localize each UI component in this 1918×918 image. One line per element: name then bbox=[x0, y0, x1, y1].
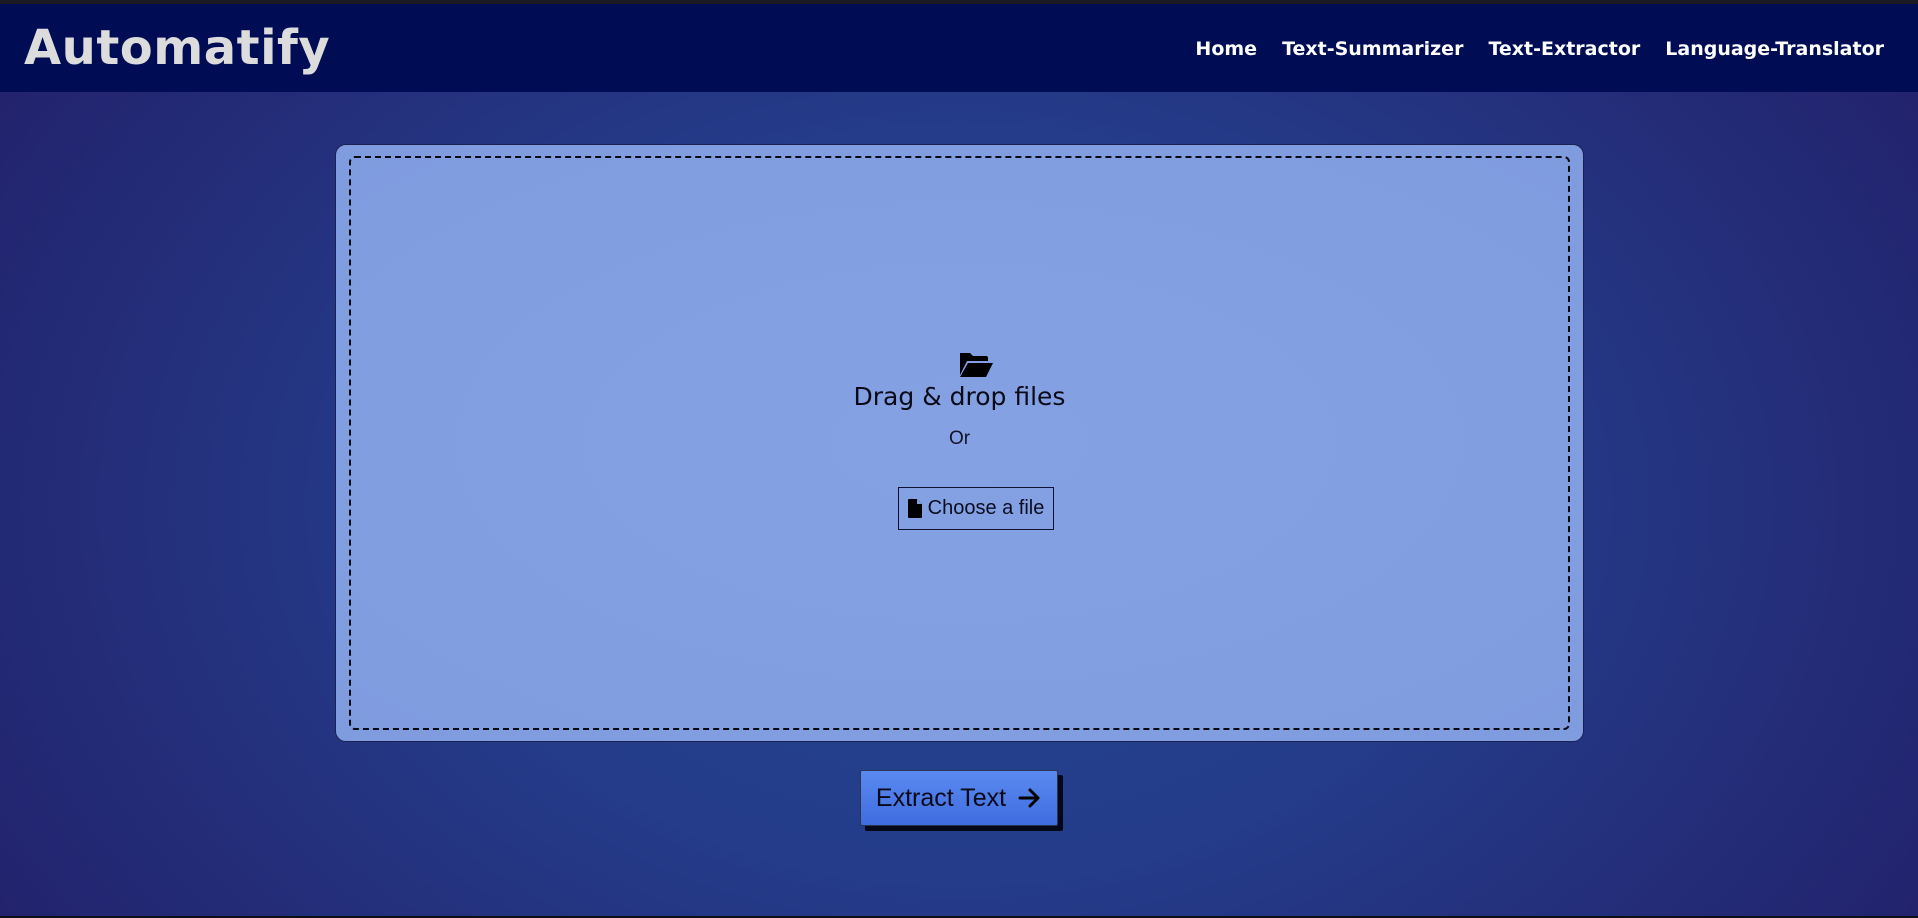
file-dropzone[interactable]: Drag & drop files Or Choose a file bbox=[349, 156, 1570, 730]
upload-card: Drag & drop files Or Choose a file bbox=[335, 144, 1584, 742]
extract-text-label: Extract Text bbox=[875, 783, 1007, 812]
brand-logo[interactable]: Automatify bbox=[24, 20, 330, 76]
arrow-right-icon bbox=[1018, 788, 1040, 808]
navbar: Automatify Home Text-Summarizer Text-Ext… bbox=[0, 4, 1918, 92]
dropzone-title: Drag & drop files bbox=[853, 382, 1066, 411]
choose-file-label: Choose a file bbox=[927, 497, 1045, 519]
nav-links: Home Text-Summarizer Text-Extractor Lang… bbox=[1195, 38, 1884, 60]
file-icon bbox=[907, 499, 922, 518]
nav-link-text-summarizer[interactable]: Text-Summarizer bbox=[1282, 38, 1463, 60]
dropzone-or-text: Or bbox=[948, 428, 971, 449]
extract-text-button[interactable]: Extract Text bbox=[860, 770, 1058, 826]
folder-open-icon bbox=[960, 353, 993, 377]
choose-file-button[interactable]: Choose a file bbox=[898, 487, 1054, 530]
nav-link-text-extractor[interactable]: Text-Extractor bbox=[1488, 38, 1640, 60]
nav-link-home[interactable]: Home bbox=[1195, 38, 1257, 60]
nav-link-language-translator[interactable]: Language-Translator bbox=[1665, 38, 1884, 60]
